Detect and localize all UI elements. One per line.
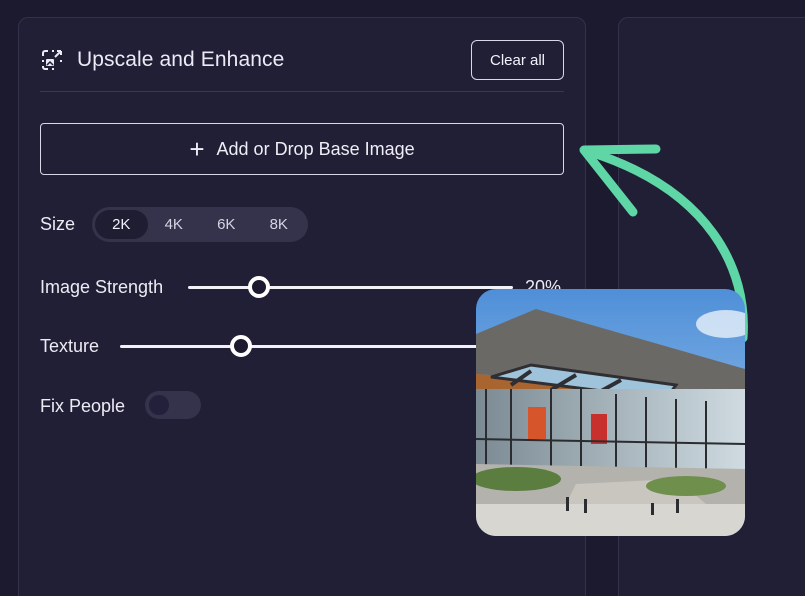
size-option-6k[interactable]: 6K bbox=[200, 210, 253, 239]
fix-people-label: Fix People bbox=[40, 396, 126, 416]
texture-label: Texture bbox=[40, 336, 100, 356]
texture-slider[interactable] bbox=[120, 345, 500, 348]
page-title: Upscale and Enhance bbox=[77, 48, 285, 71]
panel-header: Upscale and Enhance Clear all bbox=[40, 40, 564, 92]
add-base-image-button[interactable]: + Add or Drop Base Image bbox=[40, 123, 564, 175]
plus-icon: + bbox=[189, 134, 205, 164]
size-selector: 2K 4K 6K 8K bbox=[92, 207, 308, 242]
size-option-2k[interactable]: 2K bbox=[95, 210, 148, 239]
size-option-8k[interactable]: 8K bbox=[253, 210, 306, 239]
toggle-knob bbox=[149, 395, 169, 415]
size-option-4k[interactable]: 4K bbox=[148, 210, 201, 239]
add-base-image-label: Add or Drop Base Image bbox=[216, 138, 415, 159]
size-label: Size bbox=[40, 214, 76, 234]
clear-all-button[interactable]: Clear all bbox=[471, 40, 564, 80]
building-photo bbox=[476, 289, 745, 536]
fix-people-toggle[interactable] bbox=[145, 391, 201, 419]
upscale-icon bbox=[42, 50, 62, 70]
image-strength-slider-thumb[interactable] bbox=[248, 276, 270, 298]
texture-slider-thumb[interactable] bbox=[230, 335, 252, 357]
image-strength-slider[interactable] bbox=[188, 286, 513, 289]
image-strength-label: Image Strength bbox=[40, 277, 164, 297]
